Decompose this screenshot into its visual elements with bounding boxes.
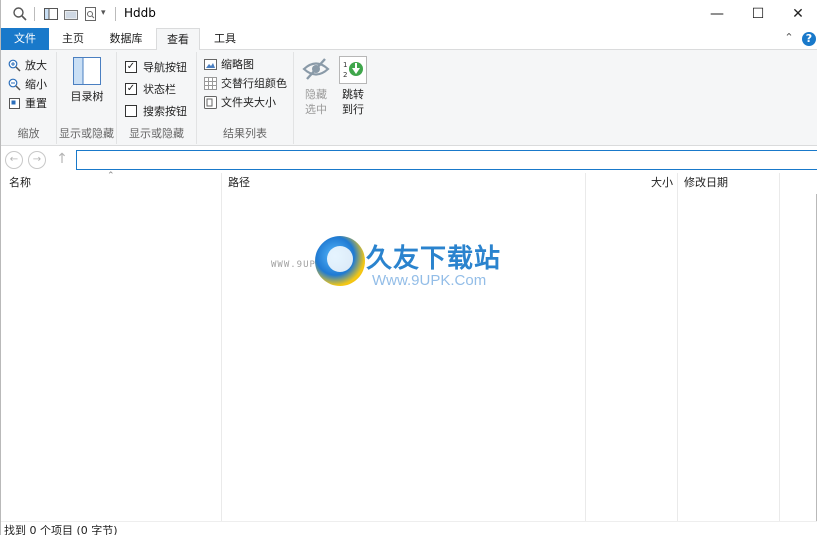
tab-view[interactable]: 查看 — [156, 28, 200, 51]
tree-view-icon — [72, 56, 102, 86]
minimize-icon: — — [710, 6, 724, 22]
zoom-out-icon — [8, 78, 21, 91]
checkbox-empty-icon — [125, 105, 137, 117]
tree-group-label: 显示或隐藏 — [59, 127, 114, 140]
jump-to-row-button[interactable]: 12 跳转 到行 — [337, 56, 369, 117]
collapse-ribbon-icon[interactable]: ⌃ — [782, 31, 796, 45]
zoom-in-label: 放大 — [25, 59, 47, 72]
zoom-out-button[interactable]: 缩小 — [8, 75, 47, 93]
up-arrow-icon: ↑ — [56, 151, 68, 167]
separator — [115, 7, 116, 21]
tab-file[interactable]: 文件 — [1, 28, 49, 50]
close-icon: ✕ — [792, 6, 804, 22]
zoom-group-label: 缩放 — [17, 127, 40, 140]
search-button-checkbox[interactable]: 搜索按钮 — [125, 102, 187, 120]
address-bar: ← → ↑ — [1, 146, 817, 173]
column-header-modified[interactable]: 修改日期 — [677, 173, 779, 194]
jump-to-row-icon: 12 — [339, 56, 367, 84]
results-group: 缩略图 交替行组颜色 文件夹大小 结果列表 — [197, 52, 294, 144]
checkmark-icon: ✓ — [125, 83, 137, 95]
tab-home[interactable]: 主页 — [53, 28, 93, 50]
ribbon-tab-bar: 文件 主页 数据库 查看 工具 ⌃ ? — [1, 28, 817, 51]
zoom-group: 放大 缩小 重置 缩放 — [1, 52, 57, 144]
zoom-in-icon — [8, 59, 21, 72]
zoom-in-button[interactable]: 放大 — [8, 56, 47, 74]
maximize-icon: ☐ — [751, 6, 765, 22]
help-icon[interactable]: ? — [802, 32, 816, 46]
folder-size-button[interactable]: 文件夹大小 — [204, 93, 276, 111]
tree-view-button[interactable]: 目录树 — [65, 56, 109, 104]
svg-text:1: 1 — [343, 61, 347, 69]
thumbnails-button[interactable]: 缩略图 — [204, 55, 254, 73]
search-button-label: 搜索按钮 — [143, 105, 187, 118]
grid-icon — [204, 76, 217, 90]
folder-icon[interactable] — [63, 6, 79, 22]
back-arrow-icon: ← — [9, 154, 19, 165]
search-icon[interactable] — [12, 6, 28, 22]
results-list-header: ⌃ 名称 路径 大小 修改日期 — [1, 171, 817, 523]
tab-database[interactable]: 数据库 — [101, 28, 151, 50]
status-bar-label: 状态栏 — [143, 83, 176, 96]
reset-zoom-button[interactable]: 重置 — [8, 94, 47, 112]
nav-buttons-checkbox[interactable]: ✓ 导航按钮 — [125, 58, 187, 76]
results-group-label: 结果列表 — [223, 127, 267, 140]
thumbnails-label: 缩略图 — [221, 58, 254, 71]
reset-zoom-label: 重置 — [25, 97, 47, 110]
zoom-out-label: 缩小 — [25, 78, 47, 91]
maximize-button[interactable]: ☐ — [738, 0, 778, 28]
minimize-button[interactable]: — — [697, 0, 737, 28]
ribbon: 放大 缩小 重置 缩放 目录树 显示或隐藏 ✓ 导航按钮 ✓ 状态栏 搜索按钮 … — [1, 50, 817, 146]
find-file-icon[interactable] — [83, 6, 99, 22]
separator — [34, 7, 35, 21]
panels-group-label: 显示或隐藏 — [129, 127, 184, 140]
checkmark-icon: ✓ — [125, 61, 137, 73]
column-header-name[interactable]: 名称 — [2, 173, 221, 194]
watermark-site: Www.9UPK.Com — [372, 272, 487, 289]
forward-button[interactable]: → — [28, 151, 46, 169]
status-bar-checkbox[interactable]: ✓ 状态栏 — [125, 80, 176, 98]
tree-group: 目录树 显示或隐藏 — [57, 52, 117, 144]
forward-arrow-icon: → — [32, 154, 42, 165]
title-bar: ▾ Hddb — ☐ ✕ — [1, 0, 817, 28]
tree-view-label: 目录树 — [70, 90, 104, 103]
panels-group: ✓ 导航按钮 ✓ 状态栏 搜索按钮 显示或隐藏 — [117, 52, 197, 144]
thumbnail-icon — [204, 58, 217, 71]
alternate-colors-label: 交替行组颜色 — [221, 77, 287, 90]
nav-buttons-label: 导航按钮 — [143, 61, 187, 74]
column-header-path[interactable]: 路径 — [221, 173, 585, 194]
folder-size-label: 文件夹大小 — [221, 96, 276, 109]
column-header-size[interactable]: 大小 — [585, 173, 679, 194]
layout-icon[interactable] — [43, 6, 59, 22]
reset-zoom-icon — [8, 97, 21, 110]
svg-text:2: 2 — [343, 71, 347, 79]
close-button[interactable]: ✕ — [778, 0, 817, 28]
explorer-window: ▾ Hddb — ☐ ✕ 文件 主页 数据库 查看 工具 ⌃ ? 放大 缩小 重… — [0, 0, 817, 535]
hide-selected-button[interactable]: 隐藏 选中 — [299, 56, 333, 117]
watermark-logo-icon — [315, 236, 365, 286]
tab-tools[interactable]: 工具 — [205, 28, 245, 50]
up-button[interactable]: ↑ — [53, 151, 71, 169]
hidden-eye-icon — [302, 56, 330, 82]
path-input[interactable] — [76, 150, 817, 170]
alternate-colors-button[interactable]: 交替行组颜色 — [204, 74, 287, 92]
jump-to-row-line1: 跳转 — [342, 88, 364, 101]
hide-selected-line1: 隐藏 — [305, 88, 327, 101]
hide-selected-line2: 选中 — [305, 103, 327, 116]
status-bar: 找到 0 个项目 (0 字节) — [1, 521, 817, 535]
folder-size-icon — [204, 95, 217, 109]
back-button[interactable]: ← — [5, 151, 23, 169]
window-title: Hddb — [124, 6, 156, 20]
watermark-title: 久友下载站 — [366, 244, 502, 274]
jump-to-row-line2: 到行 — [342, 103, 364, 116]
watermark: WWW.9UPK.COM 久友下载站 Www.9UPK.Com — [271, 232, 531, 312]
